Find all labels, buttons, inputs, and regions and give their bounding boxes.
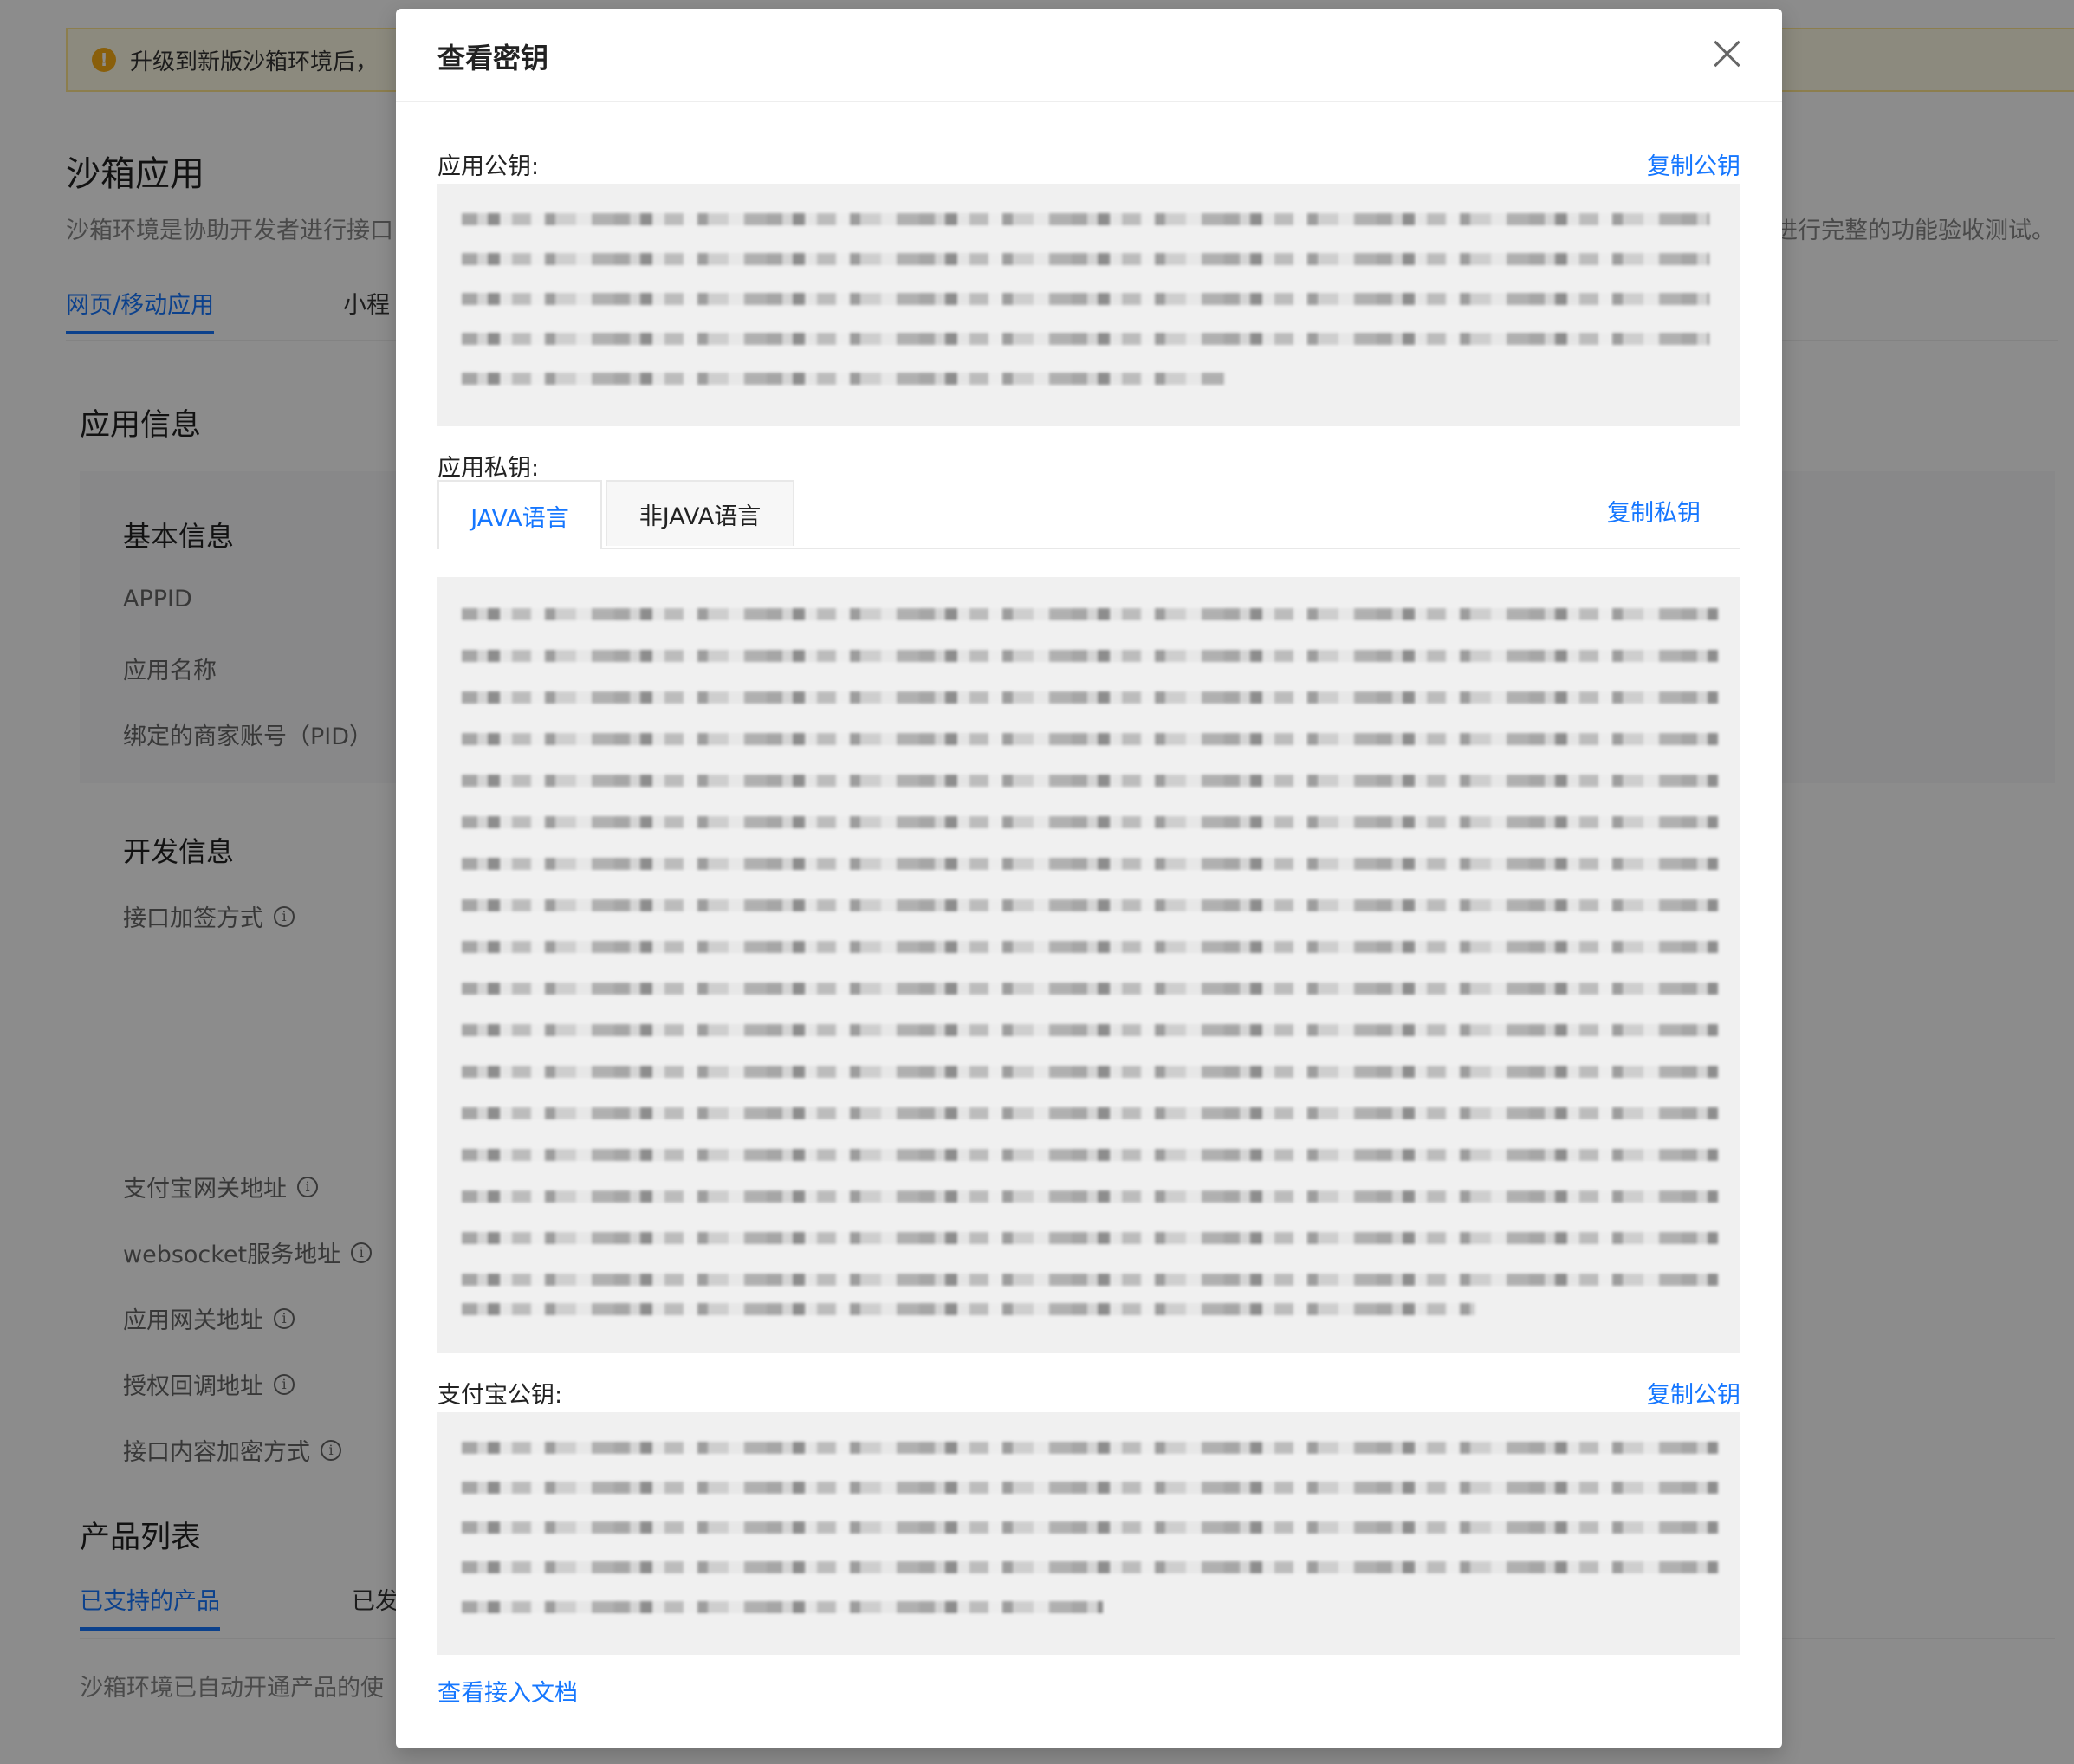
- alipay-public-key-box: [437, 1412, 1740, 1655]
- close-icon[interactable]: [1713, 40, 1740, 68]
- redacted-key-line: [462, 253, 1709, 265]
- alipay-public-key-label: 支付宝公钥:: [437, 1382, 563, 1409]
- redacted-key-line: [462, 858, 1718, 870]
- copy-app-public-key-button[interactable]: 复制公钥: [1647, 147, 1740, 181]
- redacted-key-line: [462, 1521, 1718, 1534]
- redacted-key-line: [462, 1066, 1718, 1078]
- copy-app-private-key-button[interactable]: 复制私钥: [1607, 494, 1701, 528]
- redacted-key-line: [462, 775, 1718, 787]
- tab-java[interactable]: JAVA语言: [437, 480, 602, 549]
- redacted-key-line: [462, 1107, 1718, 1119]
- redacted-key-line: [462, 1149, 1718, 1161]
- modal-title: 查看密钥: [437, 42, 549, 75]
- view-docs-link[interactable]: 查看接入文档: [437, 1674, 578, 1708]
- redacted-key-line: [462, 733, 1718, 745]
- redacted-key-line: [462, 1442, 1718, 1454]
- redacted-key-line: [462, 608, 1718, 620]
- redacted-key-line: [462, 1303, 1475, 1315]
- redacted-key-line: [462, 899, 1718, 911]
- view-keys-modal: 查看密钥 应用公钥: 复制公钥 应用私钥: JAVA语言 非JAVA语言 复制私…: [396, 9, 1782, 1748]
- tab-non-java[interactable]: 非JAVA语言: [606, 480, 794, 546]
- redacted-key-line: [462, 373, 1224, 385]
- redacted-key-line: [462, 650, 1718, 662]
- redacted-key-line: [462, 213, 1709, 225]
- app-private-key-box: [437, 577, 1740, 1353]
- redacted-key-line: [462, 333, 1709, 345]
- redacted-key-line: [462, 1024, 1718, 1036]
- redacted-key-line: [462, 983, 1718, 995]
- redacted-key-line: [462, 1232, 1718, 1244]
- app-public-key-label: 应用公钥:: [437, 153, 540, 180]
- redacted-key-line: [462, 293, 1709, 305]
- redacted-key-line: [462, 941, 1718, 953]
- redacted-key-line: [462, 1561, 1718, 1573]
- copy-alipay-public-key-button[interactable]: 复制公钥: [1647, 1376, 1740, 1410]
- redacted-key-line: [462, 1190, 1718, 1203]
- redacted-key-line: [462, 1601, 1103, 1613]
- modal-header: 查看密钥: [396, 9, 1782, 102]
- redacted-key-line: [462, 816, 1718, 828]
- redacted-key-line: [462, 1482, 1718, 1494]
- app-public-key-box: [437, 184, 1740, 426]
- redacted-key-line: [462, 1274, 1718, 1286]
- redacted-key-line: [462, 691, 1718, 704]
- language-tabs: JAVA语言 非JAVA语言 复制私钥: [437, 480, 1740, 549]
- app-private-key-label: 应用私钥:: [437, 455, 540, 482]
